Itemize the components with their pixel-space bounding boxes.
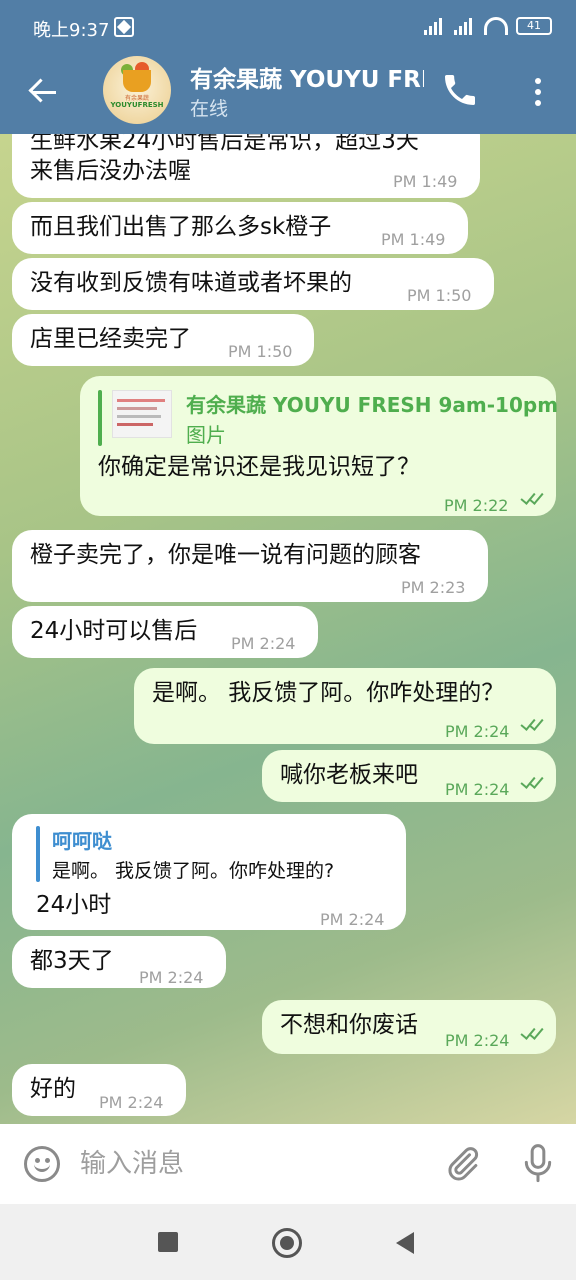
message-time: PM 2:24 — [99, 1093, 164, 1112]
system-nav-bar — [0, 1204, 576, 1280]
status-time: 晚上9:37 — [33, 20, 110, 41]
signal-icon-2 — [454, 17, 476, 35]
message-incoming[interactable]: 24小时可以售后 PM 2:24 — [12, 606, 318, 658]
system-back-button[interactable] — [396, 1232, 414, 1254]
wifi-icon — [484, 17, 508, 35]
message-incoming[interactable]: 而且我们出售了那么多sk橙子 PM 1:49 — [12, 202, 468, 254]
toolbar: 有余果蔬 YOUYUFRESH 有余果蔬 YOUYU FRESH 在线 — [0, 56, 576, 134]
notification-icon — [114, 17, 134, 37]
status-icons: 41 — [424, 17, 552, 35]
more-vertical-icon[interactable] — [526, 72, 550, 112]
status-bar: 晚上9:37 41 — [0, 0, 576, 56]
message-time: PM 2:22 — [444, 496, 509, 515]
avatar[interactable]: 有余果蔬 YOUYUFRESH — [103, 56, 171, 124]
reply-preview: 是啊。 我反馈了阿。你咋处理的? — [52, 860, 335, 882]
message-time: PM 1:50 — [407, 286, 472, 305]
reply-bar — [36, 826, 40, 882]
double-check-icon — [520, 773, 546, 790]
message-text: 是啊。 我反馈了阿。你咋处理的？ — [152, 680, 505, 706]
message-composer — [0, 1124, 576, 1204]
message-text: 24小时 — [36, 892, 112, 918]
message-time: PM 2:23 — [401, 578, 466, 597]
microphone-icon[interactable] — [518, 1142, 558, 1186]
message-time: PM 2:24 — [445, 780, 510, 799]
message-time: PM 2:24 — [231, 634, 296, 653]
avatar-text: YOUYUFRESH — [110, 101, 164, 109]
arrow-left-icon[interactable] — [22, 72, 62, 112]
message-incoming[interactable]: 没有收到反馈有味道或者坏果的 PM 1:50 — [12, 258, 494, 310]
reply-bar — [98, 390, 102, 446]
message-incoming[interactable]: 呵呵哒 是啊。 我反馈了阿。你咋处理的? 24小时 PM 2:24 — [12, 814, 406, 930]
paperclip-icon[interactable] — [442, 1144, 482, 1184]
phone-icon[interactable] — [440, 70, 480, 110]
battery-icon: 41 — [516, 17, 552, 35]
signal-icon — [424, 17, 446, 35]
message-time: PM 1:50 — [228, 342, 293, 361]
message-incoming[interactable]: 生鲜水果24小时售后是常识，超过3天 来售后没办法喔 PM 1:49 — [12, 134, 480, 198]
reply-preview: 图片 — [186, 423, 226, 447]
reply-sender: 呵呵哒 — [52, 829, 112, 853]
message-incoming[interactable]: 都3天了 PM 2:24 — [12, 936, 226, 988]
message-outgoing[interactable]: 有余果蔬 YOUYU FRESH 9am-10pm 图片 你确定是常识还是我见识… — [80, 376, 559, 516]
online-status: 在线 — [190, 98, 229, 120]
message-list[interactable]: 生鲜水果24小时售后是常识，超过3天 来售后没办法喔 PM 1:49 而且我们出… — [0, 134, 576, 1124]
reply-thumbnail[interactable] — [112, 390, 172, 438]
message-time: PM 1:49 — [393, 172, 458, 191]
message-outgoing[interactable]: 是啊。 我反馈了阿。你咋处理的？ PM 2:24 — [134, 668, 556, 744]
message-outgoing[interactable]: 不想和你废话 PM 2:24 — [262, 1000, 556, 1054]
message-outgoing[interactable]: 喊你老板来吧 PM 2:24 — [262, 750, 556, 802]
message-text: 橙子卖完了，你是唯一说有问题的顾客 — [30, 542, 421, 568]
message-time: PM 2:24 — [445, 722, 510, 741]
chat-title[interactable]: 有余果蔬 YOUYU FRESH — [190, 60, 424, 90]
double-check-icon — [520, 489, 546, 506]
message-incoming[interactable]: 店里已经卖完了 PM 1:50 — [12, 314, 314, 366]
message-time: PM 2:24 — [139, 968, 204, 987]
message-incoming[interactable]: 橙子卖完了，你是唯一说有问题的顾客 PM 2:23 — [12, 530, 488, 602]
double-check-icon — [520, 1024, 546, 1041]
message-incoming[interactable]: 好的 PM 2:24 — [12, 1064, 186, 1116]
double-check-icon — [520, 715, 546, 732]
emoji-icon[interactable] — [24, 1146, 60, 1182]
home-button[interactable] — [272, 1228, 302, 1258]
message-text: 你确定是常识还是我见识短了？ — [98, 454, 420, 480]
message-time: PM 2:24 — [320, 910, 385, 929]
recents-button[interactable] — [158, 1232, 178, 1252]
message-text: 生鲜水果24小时售后是常识，超过3天 — [30, 134, 419, 154]
message-input[interactable] — [80, 1142, 420, 1186]
message-time: PM 1:49 — [381, 230, 446, 249]
message-time: PM 2:24 — [445, 1031, 510, 1050]
chat-header: 晚上9:37 41 有余果蔬 YOUYUFRESH 有余果蔬 YOUYU FRE… — [0, 0, 576, 134]
reply-sender: 有余果蔬 YOUYU FRESH 9am-10pm — [186, 393, 559, 417]
